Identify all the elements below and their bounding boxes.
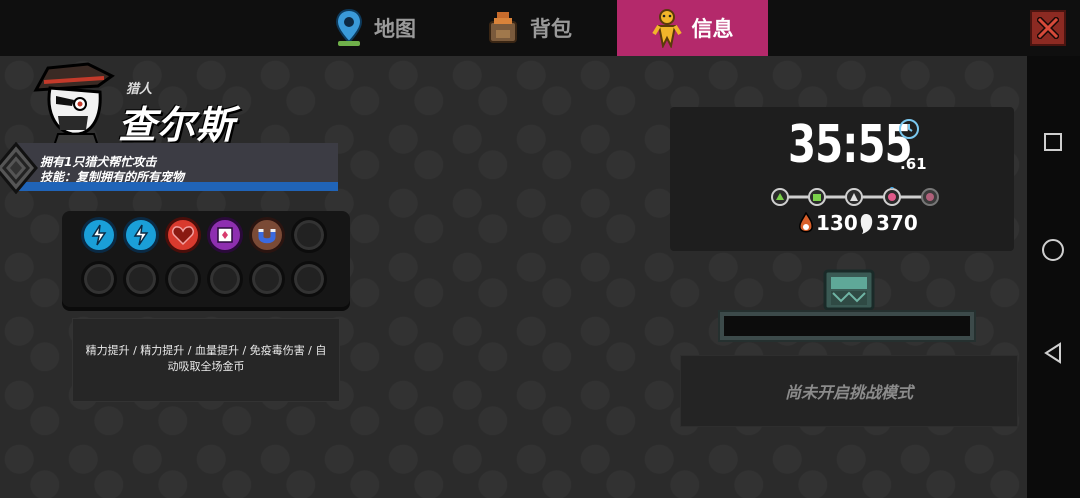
buff-slot-empty — [81, 261, 117, 297]
tab-map-label: 地图 — [374, 17, 416, 41]
buff-slot-empty — [207, 261, 243, 297]
close-button[interactable] — [1030, 10, 1066, 46]
top-tab-bar: 地图 背包 信息 — [0, 0, 1080, 56]
map-pin-icon — [335, 8, 363, 46]
tab-backpack[interactable]: 背包 — [486, 0, 610, 56]
chest-progress-bar — [718, 310, 976, 342]
soul-count: 370 — [876, 211, 918, 235]
info-person-icon — [651, 9, 682, 48]
challenge-mode-text: 尚未开启挑战模式 — [784, 383, 913, 402]
tab-info-label: 信息 — [691, 17, 734, 41]
challenge-mode-status: 尚未开启挑战模式 — [680, 355, 1018, 427]
treasure-chest-icon — [823, 269, 875, 311]
character-name: 查尔斯 — [118, 103, 236, 147]
coin-magnet-icon — [258, 229, 276, 244]
buff-slot-poison-immune[interactable] — [207, 217, 243, 253]
system-nav-bar — [1027, 56, 1080, 498]
tab-backpack-label: 背包 — [530, 17, 572, 41]
backpack-icon — [489, 12, 517, 43]
chest-progress-track — [724, 316, 970, 336]
close-icon — [1037, 17, 1059, 39]
energy-up-icon — [133, 224, 149, 246]
character-description-box: 拥有1只猎犬帮忙攻击 技能：复制拥有的所有宠物 — [14, 143, 338, 191]
clock-icon — [899, 119, 919, 139]
back-button[interactable] — [1043, 342, 1063, 364]
energy-up-icon — [91, 224, 107, 246]
enemy-kill-icon — [799, 212, 813, 233]
buff-slot-empty — [291, 217, 327, 253]
buff-slots-panel — [62, 211, 350, 307]
buff-slot-energy-up-2[interactable] — [123, 217, 159, 253]
run-stats-panel: 35:55 .61 130 370 — [670, 107, 1014, 251]
run-timer-fraction: .61 — [900, 155, 927, 173]
soul-icon — [860, 214, 873, 234]
home-button[interactable] — [1042, 239, 1064, 261]
description-accent-bar — [14, 182, 338, 191]
poison-immune-icon — [217, 227, 233, 243]
buff-slot-empty — [291, 261, 327, 297]
buff-slot-empty — [165, 261, 201, 297]
buff-slot-coin-magnet[interactable] — [249, 217, 285, 253]
buff-slot-health-up[interactable] — [165, 217, 201, 253]
stage-progress-track — [771, 187, 939, 206]
recents-button[interactable] — [1044, 133, 1062, 151]
buff-slot-energy-up-1[interactable] — [81, 217, 117, 253]
health-up-icon — [172, 226, 194, 246]
tab-map[interactable]: 地图 — [334, 0, 458, 56]
run-timer: 35:55 — [788, 115, 913, 175]
buff-slot-empty — [123, 261, 159, 297]
enemy-kill-count: 130 — [816, 211, 858, 235]
tab-info[interactable]: 信息 — [617, 0, 768, 56]
buff-summary-box: 精力提升 / 精力提升 / 血量提升 / 免疫毒伤害 / 自动吸取全场金币 — [72, 318, 340, 402]
character-portrait — [33, 62, 115, 146]
character-emblem-icon — [0, 142, 38, 194]
buff-summary-text: 精力提升 / 精力提升 / 血量提升 / 免疫毒伤害 / 自动吸取全场金币 — [85, 344, 327, 373]
buff-slot-empty — [249, 261, 285, 297]
